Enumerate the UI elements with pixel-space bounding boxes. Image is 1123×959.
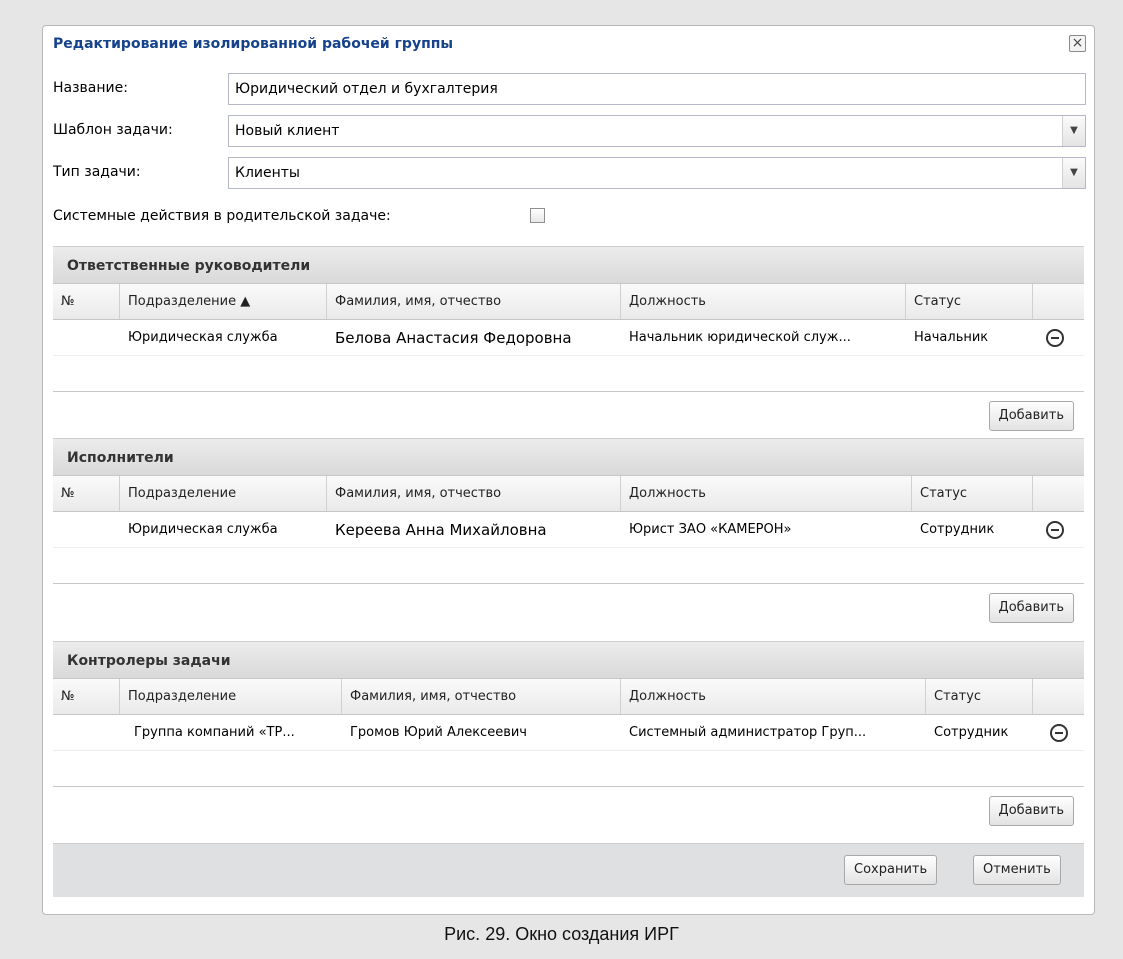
figure-caption: Рис. 29. Окно создания ИРГ xyxy=(444,924,679,944)
table-row[interactable]: Группа компаний «ТР... Громов Юрий Алекс… xyxy=(53,715,1084,751)
name-row: Название: Юридический отдел и бухгалтери… xyxy=(53,73,1086,105)
close-button[interactable]: × xyxy=(1069,35,1086,52)
system-actions-checkbox[interactable] xyxy=(530,208,545,223)
column-header-department[interactable]: Подразделение xyxy=(120,679,342,714)
column-header-status[interactable]: Статус xyxy=(926,679,1033,714)
chevron-down-icon[interactable]: ▼ xyxy=(1062,116,1085,146)
row-department: Группа компаний «ТР... xyxy=(134,725,295,740)
add-controller-button[interactable]: Добавить xyxy=(988,796,1074,826)
row-number xyxy=(53,715,120,751)
template-row: Шаблон задачи: Новый клиент ▼ xyxy=(53,115,1086,147)
dialog-title: Редактирование изолированной рабочей гру… xyxy=(53,36,454,52)
add-manager-button[interactable]: Добавить xyxy=(988,401,1074,431)
template-label: Шаблон задачи: xyxy=(53,122,173,138)
column-header-actions xyxy=(1033,679,1084,714)
minus-circle-icon[interactable] xyxy=(1046,329,1064,347)
name-input[interactable]: Юридический отдел и бухгалтерия xyxy=(228,73,1086,105)
controllers-section: Контролеры задачи № Подразделение Фамили… xyxy=(53,641,1084,833)
column-header-status[interactable]: Статус xyxy=(912,476,1033,511)
system-actions-row: Системные действия в родительской задаче… xyxy=(53,201,1086,233)
row-fullname: Кереева Анна Михайловна xyxy=(335,521,547,539)
type-select[interactable]: Клиенты ▼ xyxy=(228,157,1086,189)
save-button[interactable]: Сохранить xyxy=(844,855,938,885)
type-label: Тип задачи: xyxy=(53,164,141,180)
executors-section: Исполнители № Подразделение Фамилия, имя… xyxy=(53,438,1084,630)
row-number xyxy=(53,512,120,548)
add-executor-button[interactable]: Добавить xyxy=(988,593,1074,623)
close-icon: × xyxy=(1071,35,1084,51)
name-label: Название: xyxy=(53,80,128,96)
column-header-actions xyxy=(1033,476,1084,511)
column-header-position[interactable]: Должность xyxy=(621,476,912,511)
executors-add-bar: Добавить xyxy=(53,584,1084,630)
row-status: Начальник xyxy=(914,330,989,345)
executors-grid-header: № Подразделение Фамилия, имя, отчество Д… xyxy=(53,476,1084,512)
column-header-department[interactable]: Подразделение xyxy=(120,476,327,511)
system-actions-label: Системные действия в родительской задаче… xyxy=(53,208,391,224)
template-value: Новый клиент xyxy=(235,123,340,139)
grid-empty-row xyxy=(53,548,1084,584)
managers-grid-header: № Подразделение ▲ Фамилия, имя, отчество… xyxy=(53,284,1084,320)
table-row[interactable]: Юридическая служба Белова Анастасия Федо… xyxy=(53,320,1084,356)
column-header-department[interactable]: Подразделение ▲ xyxy=(120,284,327,319)
managers-add-bar: Добавить xyxy=(53,392,1084,438)
table-row[interactable]: Юридическая служба Кереева Анна Михайлов… xyxy=(53,512,1084,548)
dialog-footer: Сохранить Отменить xyxy=(53,843,1084,897)
column-header-position[interactable]: Должность xyxy=(621,679,926,714)
column-header-position[interactable]: Должность xyxy=(621,284,906,319)
row-number xyxy=(53,320,120,356)
managers-section: Ответственные руководители № Подразделен… xyxy=(53,246,1084,438)
grid-empty-row xyxy=(53,356,1084,392)
row-position: Системный администратор Груп... xyxy=(629,725,867,740)
column-header-fullname[interactable]: Фамилия, имя, отчество xyxy=(327,476,621,511)
type-value: Клиенты xyxy=(235,165,300,181)
minus-circle-icon[interactable] xyxy=(1050,724,1068,742)
column-header-status[interactable]: Статус xyxy=(906,284,1033,319)
row-fullname: Белова Анастасия Федоровна xyxy=(335,329,572,347)
row-position: Начальник юридической служ... xyxy=(629,330,851,345)
row-department: Юридическая служба xyxy=(128,522,278,537)
managers-section-title: Ответственные руководители xyxy=(53,246,1084,284)
grid-empty-row xyxy=(53,751,1084,787)
row-status: Сотрудник xyxy=(934,725,1009,740)
type-row: Тип задачи: Клиенты ▼ xyxy=(53,157,1086,189)
controllers-section-title: Контролеры задачи xyxy=(53,641,1084,679)
column-header-number[interactable]: № xyxy=(53,284,120,319)
column-header-number[interactable]: № xyxy=(53,476,120,511)
chevron-down-icon[interactable]: ▼ xyxy=(1062,158,1085,188)
template-select[interactable]: Новый клиент ▼ xyxy=(228,115,1086,147)
executors-section-title: Исполнители xyxy=(53,438,1084,476)
column-header-actions xyxy=(1033,284,1084,319)
row-position: Юрист ЗАО «КАМЕРОН» xyxy=(629,522,792,537)
minus-circle-icon[interactable] xyxy=(1046,521,1064,539)
column-header-fullname[interactable]: Фамилия, имя, отчество xyxy=(327,284,621,319)
cancel-button[interactable]: Отменить xyxy=(973,855,1061,885)
column-header-fullname[interactable]: Фамилия, имя, отчество xyxy=(342,679,621,714)
row-department: Юридическая служба xyxy=(128,330,278,345)
controllers-grid-header: № Подразделение Фамилия, имя, отчество Д… xyxy=(53,679,1084,715)
edit-workgroup-dialog: Редактирование изолированной рабочей гру… xyxy=(42,25,1095,915)
column-header-number[interactable]: № xyxy=(53,679,120,714)
row-fullname: Громов Юрий Алексеевич xyxy=(350,725,527,740)
row-status: Сотрудник xyxy=(920,522,995,537)
controllers-add-bar: Добавить xyxy=(53,787,1084,833)
